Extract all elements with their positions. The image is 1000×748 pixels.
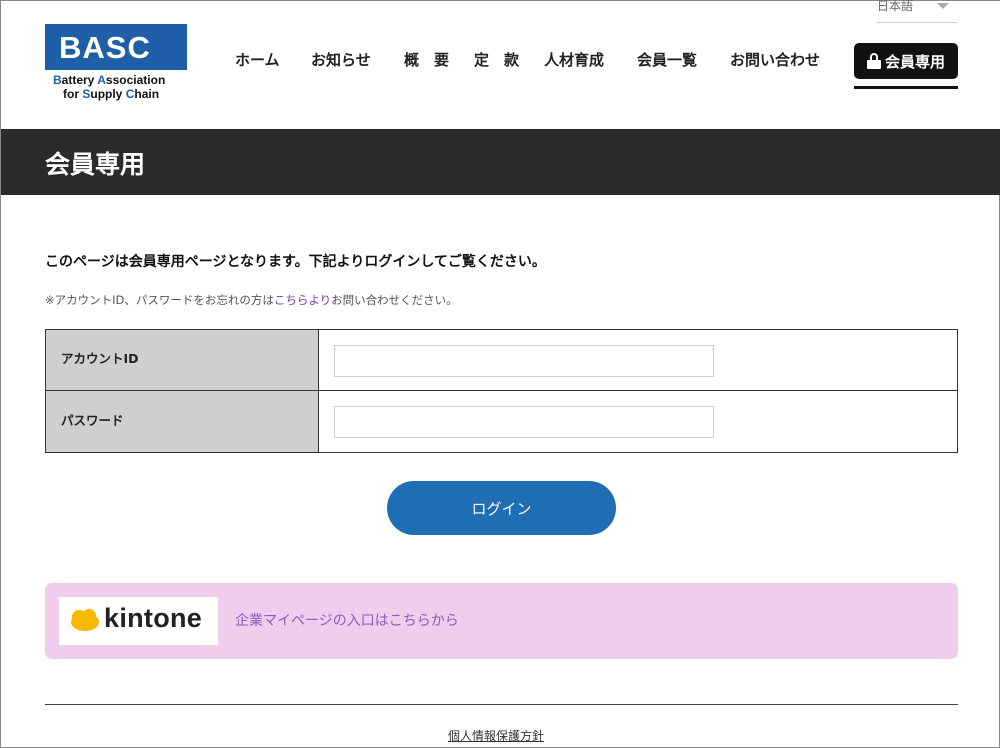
password-label-cell: パスワード (46, 391, 319, 452)
password-input-cell (320, 391, 957, 452)
active-nav-underline (854, 86, 958, 89)
note-prefix: ※アカウントID、パスワードをお忘れの方は (45, 293, 274, 307)
chevron-down-icon (937, 3, 949, 9)
page-title: 会員専用 (45, 150, 146, 179)
nav-articles[interactable]: 定 款 (474, 49, 519, 70)
account-id-input[interactable] (334, 345, 714, 377)
password-row: パスワード (46, 391, 957, 452)
nav-overview[interactable]: 概 要 (404, 49, 449, 70)
footer-divider (45, 704, 958, 705)
password-label: パスワード (61, 413, 124, 428)
logo-subtitle-line2: for Supply Chain (63, 87, 160, 101)
login-button[interactable]: ログイン (387, 481, 616, 535)
nav-news[interactable]: お知らせ (311, 49, 371, 70)
account-row: アカウントID (46, 330, 957, 391)
page-title-band: 会員専用 (1, 129, 1000, 195)
login-form: アカウントID パスワード (45, 329, 958, 453)
account-label: アカウントID (61, 351, 139, 366)
language-label: 日本語 (877, 0, 914, 13)
kintone-banner[interactable]: kintone 企業マイページの入口はこちらから (45, 583, 958, 659)
forgot-note: ※アカウントID、パスワードをお忘れの方はこちらよりお問い合わせください。 (45, 292, 458, 308)
nav-training[interactable]: 人材育成 (544, 49, 604, 70)
privacy-policy-link[interactable]: 個人情報保護方針 (448, 727, 544, 744)
note-suffix: お問い合わせください。 (331, 293, 458, 307)
password-input[interactable] (334, 406, 714, 438)
account-input-cell (320, 330, 957, 390)
kintone-wordmark: kintone (104, 603, 203, 633)
kintone-cloud-icon (71, 609, 99, 631)
lock-icon (866, 53, 881, 69)
site-header: BASC Battery Association for Supply Chai… (1, 0, 1000, 129)
nav-contact[interactable]: お問い合わせ (730, 49, 820, 70)
members-only-label: 会員専用 (884, 52, 945, 71)
members-only-button[interactable]: 会員専用 (854, 43, 958, 79)
kintone-logo: kintone (59, 597, 218, 645)
contact-link[interactable]: こちらより (274, 293, 331, 307)
nav-home[interactable]: ホーム (235, 49, 280, 70)
kintone-link[interactable]: 企業マイページの入口はこちらから (235, 610, 459, 630)
logo-main-text: BASC (59, 30, 151, 65)
logo-box: BASC (45, 24, 187, 70)
intro-text: このページは会員専用ページとなります。下記よりログインしてご覧ください。 (45, 254, 546, 270)
language-selector[interactable]: 日本語 (877, 0, 957, 23)
basc-logo[interactable]: BASC Battery Association for Supply Chai… (45, 24, 189, 101)
account-label-cell: アカウントID (46, 330, 319, 390)
logo-subtitle-line1: Battery Association (53, 73, 166, 87)
nav-members-list[interactable]: 会員一覧 (637, 49, 697, 70)
